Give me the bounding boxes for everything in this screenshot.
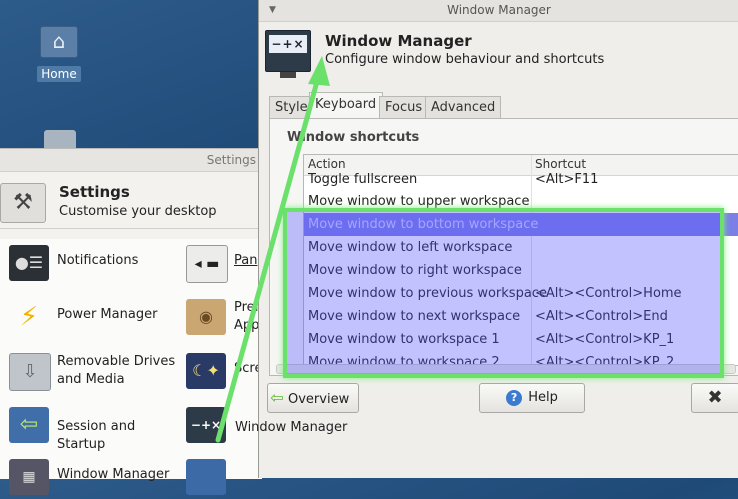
annotation-arrow-head (308, 56, 330, 86)
annotation-arrow-line (215, 75, 321, 443)
settings-item-window-manager-label: Window Manager (235, 420, 348, 435)
annotation-arrow (215, 56, 330, 443)
